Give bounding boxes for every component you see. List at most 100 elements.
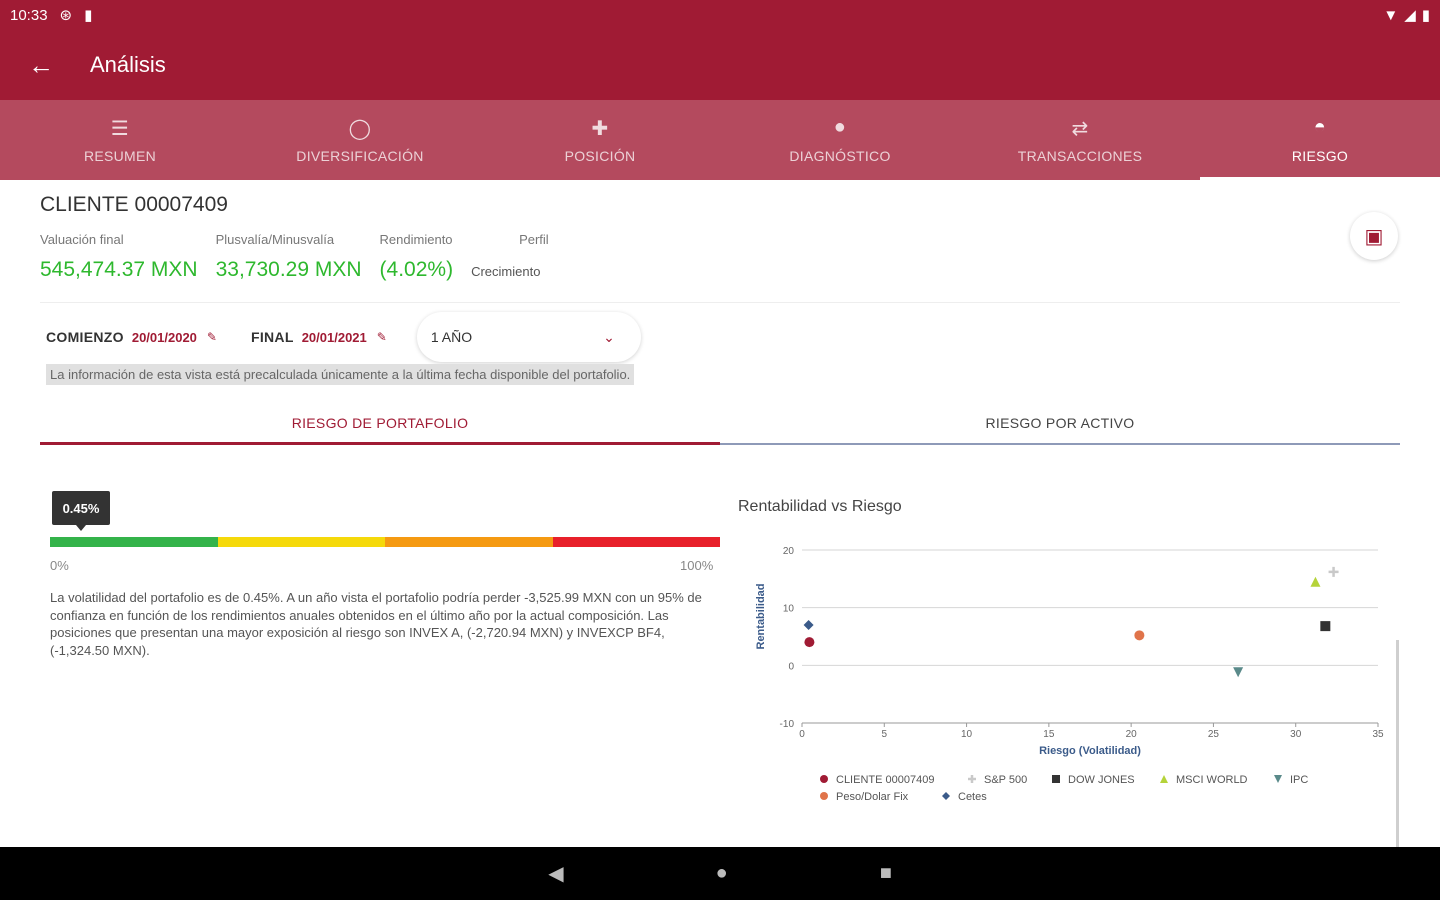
end-date-label: FINAL [250, 329, 294, 345]
legend-marker [820, 792, 828, 800]
edit-start-date-icon[interactable]: ✎ [207, 330, 217, 344]
tab-portfolio-risk[interactable]: RIESGO DE PORTAFOLIO [40, 400, 720, 445]
y-tick-label: 20 [783, 546, 795, 557]
nav-back-icon[interactable]: ◀ [548, 861, 563, 886]
y-axis-label: Rentabilidad [755, 583, 767, 649]
list-icon: ☰ [110, 118, 130, 140]
data-point [1233, 667, 1244, 678]
legend-marker [1274, 775, 1282, 783]
x-tick-label: 30 [1290, 729, 1302, 740]
x-tick-label: 10 [961, 729, 973, 740]
start-date-label: COMIENZO [46, 329, 124, 345]
tab-label: DIVERSIFICACIÓN [296, 148, 424, 164]
legend-marker [1160, 775, 1168, 783]
legend-marker [1052, 775, 1060, 783]
legend-label: CLIENTE 00007409 [836, 774, 934, 786]
gauge-segment [50, 537, 218, 547]
legend-marker [968, 775, 976, 783]
x-tick-label: 25 [1208, 729, 1220, 740]
metric-label: Plusvalía/Minusvalía [215, 232, 335, 247]
edit-end-date-icon[interactable]: ✎ [377, 330, 387, 344]
return-vs-risk-chart: -10 0 10 20 0 5 10 15 20 25 30 35 Riesgo (Volatilida… [755, 546, 1384, 803]
chevron-down-icon: ⌄ [603, 328, 615, 345]
metric-value: Crecimiento [471, 264, 541, 279]
gauge-icon: ◓ [1313, 116, 1327, 138]
wifi-icon: ▼ [1383, 6, 1399, 24]
x-tick-label: 0 [799, 729, 805, 740]
swap-icon: ⇄ [1071, 118, 1089, 140]
period-select[interactable]: 1 AÑO ⌄ [417, 312, 641, 362]
metric-label: Valuación final [40, 232, 124, 247]
gauge-segment [217, 537, 385, 547]
precalculated-notice: La información de esta vista está precal… [46, 364, 635, 385]
legend-marker [942, 792, 950, 800]
x-tick-label: 35 [1372, 729, 1384, 740]
data-point [1134, 630, 1145, 641]
x-axis-label: Riesgo (Volatilidad) [1039, 745, 1141, 757]
legend-label: S&P 500 [984, 774, 1027, 786]
tab-label: RESUMEN [83, 148, 157, 164]
chart-title: Rentabilidad vs Riesgo [738, 498, 902, 515]
legend-label: Peso/Dolar Fix [836, 791, 909, 803]
android-nav-bar: ◀ ● ■ [0, 847, 1440, 900]
data-point [1320, 621, 1331, 632]
donut-icon: ◯ [348, 118, 372, 140]
data-point [1310, 576, 1321, 587]
legend-label: Cetes [958, 791, 987, 803]
gauge-segment [385, 537, 553, 547]
metric-value: (4.02%) [379, 258, 454, 281]
risk-gauge-bar [50, 537, 720, 547]
period-value: 1 AÑO [430, 329, 473, 345]
x-tick-label: 15 [1043, 729, 1055, 740]
metric-return: Rendimiento (4.02%) [380, 232, 454, 282]
end-date-value[interactable]: 20/01/2021 [302, 330, 367, 345]
pdf-icon: ▣ [1364, 225, 1384, 248]
gauge-min-label: 0% [50, 558, 69, 573]
start-date-value[interactable]: 20/01/2020 [132, 330, 197, 345]
x-tick-label: 5 [882, 729, 888, 740]
date-range: COMIENZO 20/01/2020 ✎ FINAL 20/01/2021 ✎… [46, 312, 641, 362]
tab-diagnostico[interactable]: ● DIAGNÓSTICO [720, 100, 960, 180]
legend-label: DOW JONES [1068, 774, 1135, 786]
metric-valuation: Valuación final 545,474.37 MXN [40, 232, 198, 282]
grid-icon: ✚ [591, 118, 609, 140]
gauge-max-label: 100% [680, 558, 714, 573]
tab-riesgo[interactable]: ◓ RIESGO [1200, 100, 1440, 180]
metric-profile: Perfil Crecimiento [471, 232, 549, 282]
app-bar: ← Análisis [0, 30, 1440, 100]
gauge-segment [552, 537, 720, 547]
tab-posicion[interactable]: ✚ POSICIÓN [480, 100, 720, 180]
y-tick-label: 0 [788, 661, 794, 672]
x-tick-label: 20 [1126, 729, 1138, 740]
y-tick-label: -10 [780, 719, 795, 730]
risk-subtabs: RIESGO DE PORTAFOLIO RIESGO POR ACTIVO [40, 400, 1400, 445]
nav-recents-icon[interactable]: ■ [880, 862, 892, 885]
data-point [803, 619, 814, 630]
tab-diversificacion[interactable]: ◯ DIVERSIFICACIÓN [240, 100, 480, 180]
tab-transacciones[interactable]: ⇄ TRANSACCIONES [960, 100, 1200, 180]
divider [40, 302, 1400, 303]
volatility-tooltip: 0.45% [52, 491, 110, 531]
magnifier-icon: ● [833, 116, 847, 138]
y-tick-label: 10 [783, 604, 795, 615]
data-point [804, 637, 815, 648]
legend-label: MSCI WORLD [1176, 774, 1248, 786]
pdf-export-button[interactable]: ▣ [1350, 212, 1398, 260]
tab-asset-risk[interactable]: RIESGO POR ACTIVO [720, 400, 1400, 445]
data-point [1328, 566, 1339, 577]
risk-description: La volatilidad del portafolio es de 0.45… [50, 590, 702, 658]
nav-home-icon[interactable]: ● [716, 862, 728, 885]
tab-label: TRANSACCIONES [1017, 148, 1143, 164]
status-bar: 10:33 ⊛ ▮ ▼ ◢ ▮ [0, 0, 1440, 30]
metric-value: 33,730.29 MXN [215, 258, 362, 281]
metric-value: 545,474.37 MXN [40, 258, 198, 281]
analysis-tabs: ☰ RESUMEN ◯ DIVERSIFICACIÓN ✚ POSICIÓN ●… [0, 100, 1440, 180]
vertical-scrollbar[interactable] [1396, 640, 1399, 847]
signal-icon: ◢ [1404, 7, 1416, 24]
metric-label: Perfil [519, 232, 549, 247]
tab-resumen[interactable]: ☰ RESUMEN [0, 100, 240, 180]
back-arrow-icon[interactable]: ← [28, 50, 68, 81]
page-title: Análisis [90, 52, 166, 77]
at-icon: ⊛ [59, 7, 73, 24]
tab-label: DIAGNÓSTICO [789, 148, 891, 164]
